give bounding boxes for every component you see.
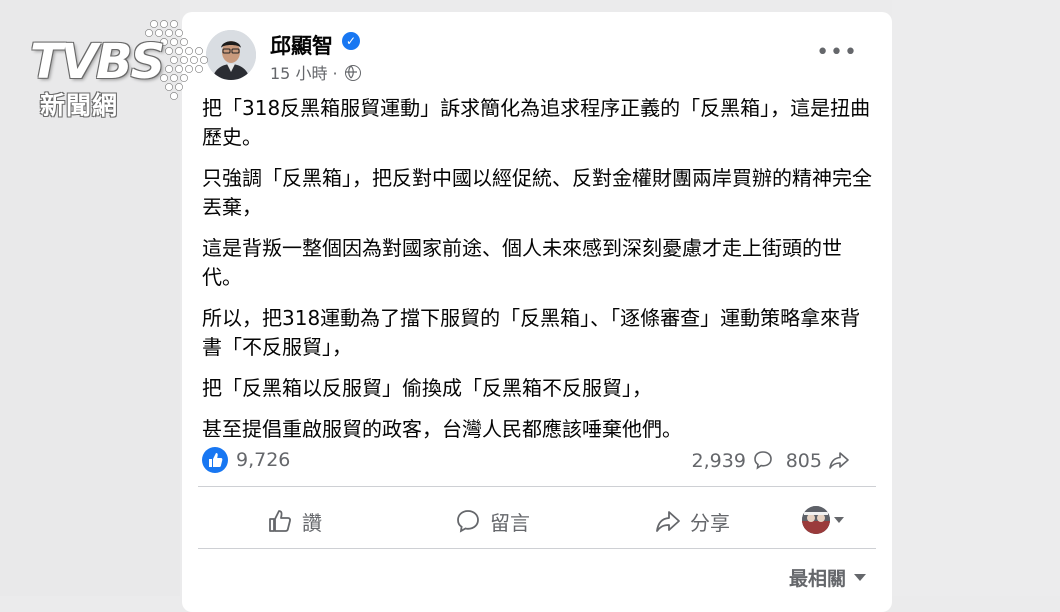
- comment-sort-label: 最相關: [788, 568, 846, 590]
- comment-sort-dropdown[interactable]: 最相關: [789, 564, 866, 591]
- post-paragraph: 只強調「反黑箱」，把反對中國以經促統、反對金權財團兩岸買辦的精神完全丟棄，: [202, 166, 872, 219]
- reaction-profile-selector[interactable]: [802, 506, 844, 534]
- comment-count-value: 2,939: [691, 450, 746, 472]
- tvbs-logo: TVBS 新聞網: [28, 14, 218, 120]
- logo-subtitle: 新聞網: [40, 91, 119, 120]
- sort-chevron-down-icon: [854, 574, 866, 581]
- share-icon: [656, 511, 680, 532]
- comment-count[interactable]: 2,939: [692, 449, 774, 472]
- chevron-down-icon: [834, 517, 844, 523]
- background-right: [892, 0, 1060, 596]
- share-count[interactable]: 805: [786, 449, 850, 472]
- post-card: 邱顯智 ✓ 15 小時 · ••• 把「318反黑箱服貿運動」訴求簡化為追求程序…: [182, 12, 892, 612]
- meta-separator: ·: [332, 64, 338, 83]
- divider-top: [198, 486, 876, 487]
- post-paragraph: 所以，把318運動為了擋下服貿的「反黑箱」、「逐條審查」運動策略拿來背書「不反服…: [202, 306, 861, 359]
- like-reaction-icon[interactable]: [202, 447, 228, 473]
- like-button[interactable]: 讚: [266, 506, 322, 536]
- verified-badge-icon: ✓: [342, 32, 360, 50]
- divider-bottom: [198, 548, 876, 549]
- share-count-value: 805: [785, 450, 822, 472]
- post-meta: 15 小時 ·: [270, 60, 361, 84]
- thumbs-up-icon: [269, 510, 291, 532]
- post-paragraph: 把「318反黑箱服貿運動」訴求簡化為追求程序正義的「反黑箱」，這是扭曲歷史。: [202, 96, 871, 149]
- post-body: 把「318反黑箱服貿運動」訴求簡化為追求程序正義的「反黑箱」，這是扭曲歷史。 只…: [202, 94, 874, 456]
- comment-button-label: 留言: [490, 510, 530, 535]
- comment-icon: [457, 510, 479, 533]
- more-options-icon[interactable]: •••: [816, 40, 858, 65]
- author-name[interactable]: 邱顯智: [270, 30, 333, 60]
- globe-icon: [344, 65, 361, 81]
- profile-avatar: [802, 506, 830, 534]
- share-arrow-icon: [829, 452, 849, 469]
- comment-button[interactable]: 留言: [454, 506, 530, 536]
- reaction-bar: 9,726 2,939 805: [202, 446, 874, 474]
- share-button-label: 分享: [690, 510, 730, 535]
- like-count[interactable]: 9,726: [236, 449, 290, 471]
- post-paragraph: 把「反黑箱以反服貿」偷換成「反黑箱不反服貿」，: [202, 376, 652, 400]
- share-button[interactable]: 分享: [654, 506, 730, 536]
- post-paragraph: 甚至提倡重啟服貿的政客，台灣人民都應該唾棄他們。: [202, 417, 682, 441]
- like-button-label: 讚: [302, 510, 322, 535]
- logo-brand: TVBS: [30, 34, 165, 90]
- comment-bubble-icon: [754, 451, 772, 470]
- post-time[interactable]: 15 小時: [270, 64, 327, 83]
- post-paragraph: 這是背叛一整個因為對國家前途、個人未來感到深刻憂慮才走上街頭的世代。: [202, 236, 842, 289]
- action-bar: 讚 留言 分享: [198, 498, 876, 542]
